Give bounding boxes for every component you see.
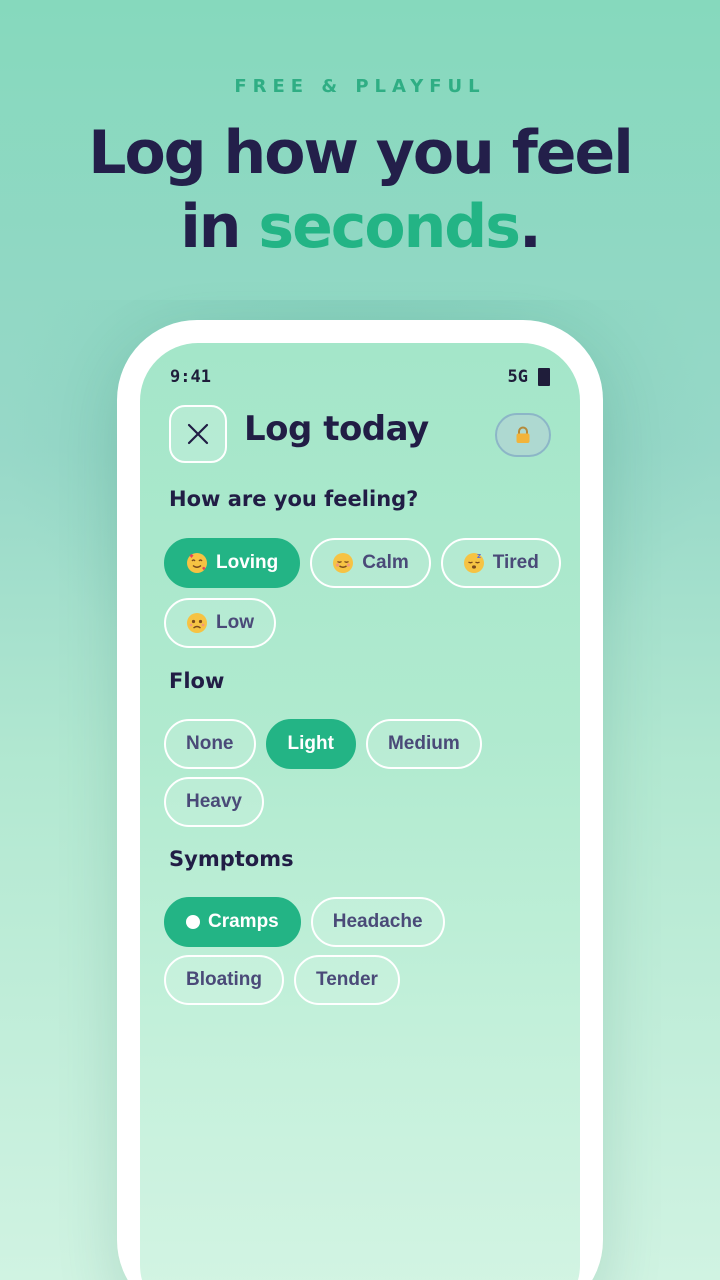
mood-chip-label: Calm [362,552,409,573]
mood-chip-label: Low [216,612,254,633]
mood-chip-label: Loving [216,552,279,573]
tagline: FREE & PLAYFUL [234,76,486,97]
phone-screen: 9:41 5G Log today How are you feeling? L… [140,343,580,1280]
symptom-chip-label: Headache [332,911,423,932]
page-title: Log today [244,409,429,449]
status-bar: 9:41 5G [170,367,550,391]
flow-row-1: None Light Medium [164,719,482,769]
symptom-chip-label: Cramps [208,911,279,932]
headline-in: in [180,192,259,262]
mood-row-1: Loving Calm z Tired [164,538,561,588]
symptoms-row-1: Cramps Headache [164,897,445,947]
headline-line-1: Log how you feel [88,118,634,188]
mood-chip-low[interactable]: Low [164,598,276,648]
lock-button[interactable] [495,413,551,457]
log-header: Log today [169,405,551,463]
mood-section-label: How are you feeling? [169,487,419,511]
loving-face-emoji [187,553,207,573]
flow-chip-label: None [186,733,234,754]
status-time: 9:41 [170,367,211,387]
headline-line-2: in seconds. [0,190,720,264]
sad-face-emoji [187,613,207,633]
svg-text:z: z [477,552,481,560]
status-right: 5G [508,367,550,387]
mood-chip-tired[interactable]: z Tired [440,538,561,588]
flow-section-label: Flow [169,669,225,693]
mood-row-2: Low [164,598,276,648]
network-indicator: 5G [507,367,528,387]
phone-frame: 9:41 5G Log today How are you feeling? L… [117,320,603,1280]
flow-chip-label: Heavy [186,791,242,812]
flow-chip-label: Medium [387,733,460,754]
symptom-chip-tender[interactable]: Tender [294,955,400,1005]
symptoms-row-2: Bloating Tender [164,955,400,1005]
calm-face-emoji [333,553,354,573]
flow-chip-medium[interactable]: Medium [365,719,482,769]
close-button[interactable] [169,405,227,463]
mood-chip-label: Tired [492,552,539,573]
headline-period: . [518,192,542,262]
selected-dot-icon [186,915,200,929]
flow-chip-none[interactable]: None [164,719,256,769]
symptom-chip-cramps[interactable]: Cramps [164,897,301,947]
mood-chip-loving[interactable]: Loving [164,538,301,588]
mood-chip-calm[interactable]: Calm [310,538,431,588]
flow-chip-heavy[interactable]: Heavy [164,777,264,827]
symptom-chip-label: Bloating [186,969,262,990]
headline: Log how you feel in seconds. [0,116,720,264]
symptom-chip-label: Tender [316,969,378,990]
headline-accent: seconds [258,192,521,262]
close-icon [187,423,209,445]
symptoms-section-label: Symptoms [169,847,294,871]
symptom-chip-bloating[interactable]: Bloating [164,955,284,1005]
battery-icon [538,368,550,386]
flow-row-2: Heavy [164,777,264,827]
flow-chip-light[interactable]: Light [265,719,356,769]
sleepy-face-emoji: z [463,552,484,573]
symptom-chip-headache[interactable]: Headache [310,897,445,947]
lock-icon [516,426,530,443]
flow-chip-label: Light [287,733,334,754]
